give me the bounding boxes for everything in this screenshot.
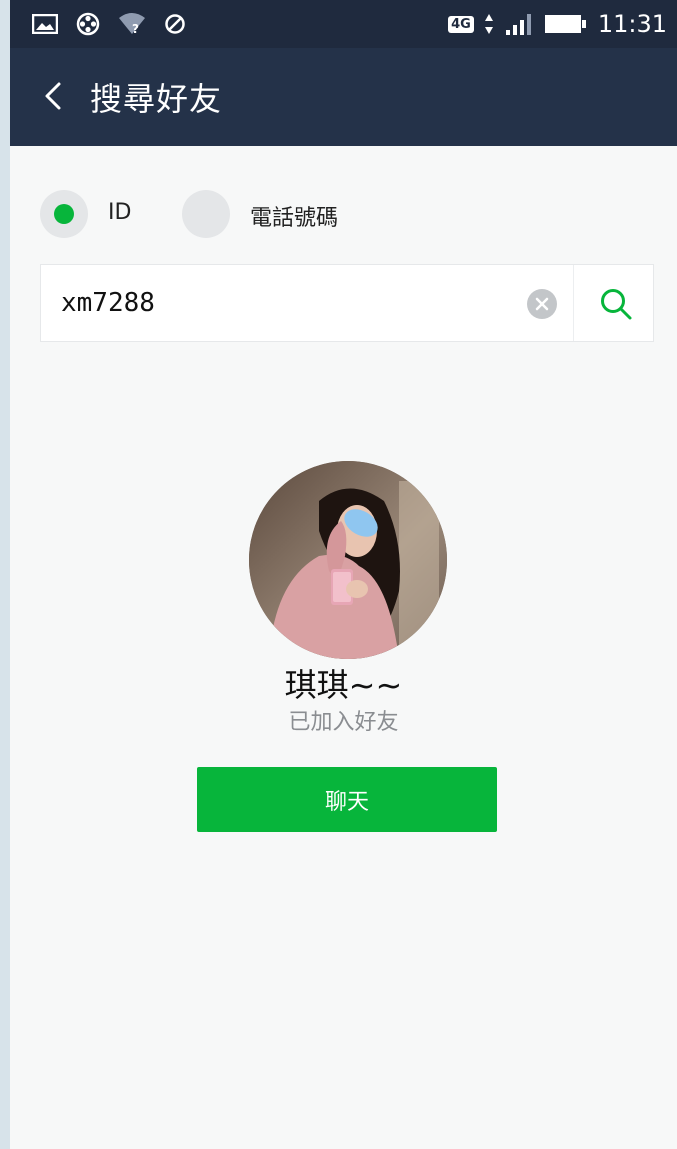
radio-phone-number[interactable]	[182, 190, 230, 238]
image-icon	[32, 14, 58, 34]
page-title: 搜尋好友	[90, 80, 223, 118]
radio-id-label: ID	[108, 200, 132, 225]
friend-status: 已加入好友	[288, 710, 399, 735]
data-arrows-icon	[484, 14, 493, 34]
network-type-badge: 4G	[448, 15, 474, 33]
status-bar: ? 4G 11:31	[10, 0, 677, 48]
chat-button[interactable]: 聊天	[197, 767, 497, 832]
svg-text:?: ?	[132, 22, 139, 36]
clear-icon	[535, 297, 549, 311]
battery-icon	[544, 15, 586, 33]
radio-selected-dot	[54, 204, 74, 224]
wifi-question-icon: ?	[119, 13, 145, 36]
signal-icon	[505, 14, 531, 35]
friend-name: 琪琪~~	[284, 666, 403, 704]
search-type-selector: ID 電話號碼	[40, 190, 640, 240]
radio-phone-number-label: 電話號碼	[250, 206, 339, 231]
status-bar-left-icons: ?	[32, 12, 186, 36]
search-input[interactable]	[61, 283, 501, 323]
clock: 11:31	[597, 10, 667, 38]
search-button[interactable]	[597, 285, 635, 323]
search-icon	[601, 289, 632, 320]
chevron-left-icon	[45, 82, 61, 110]
radio-id[interactable]	[40, 190, 88, 238]
avatar[interactable]	[249, 461, 447, 659]
app-header: 搜尋好友	[10, 48, 677, 146]
back-button[interactable]	[32, 74, 76, 118]
film-reel-icon	[76, 12, 100, 36]
search-box	[40, 264, 654, 342]
profile-photo	[249, 461, 447, 659]
no-sign-icon	[165, 14, 185, 34]
clear-button[interactable]	[527, 289, 557, 319]
status-bar-right-icons: 4G 11:31	[448, 10, 667, 38]
app-screen: ? 4G 11:31 搜尋好友 ID 電話號碼 xm7288 琪琪~~ 已加入好…	[10, 0, 677, 1149]
search-divider	[573, 265, 574, 341]
